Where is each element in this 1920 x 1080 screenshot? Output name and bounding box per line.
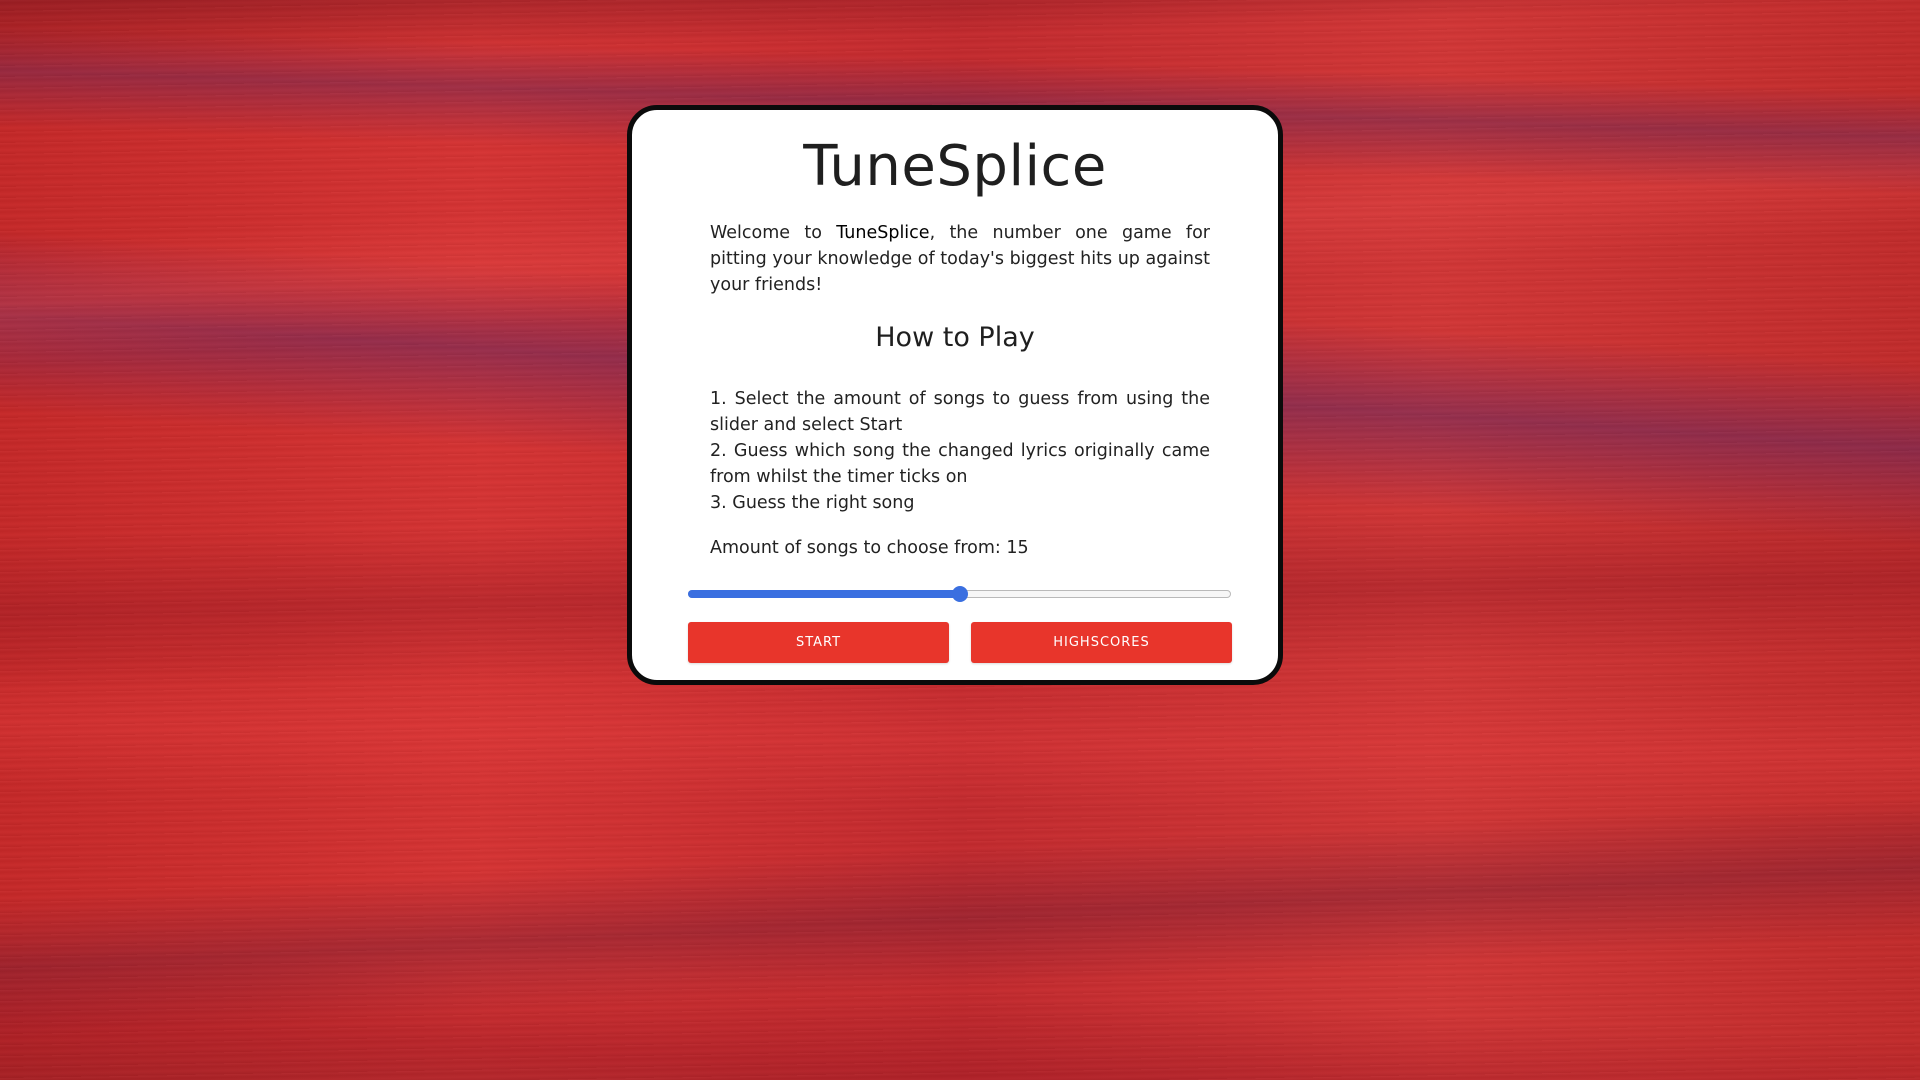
intro-brand: TuneSplice [836, 223, 930, 243]
instructions-list: 1. Select the amount of songs to guess f… [710, 386, 1210, 516]
highscores-button[interactable]: HIGHSCORES [971, 622, 1232, 663]
instruction-step-text: 2. Guess which song the changed lyrics o… [710, 441, 1210, 487]
page-title: TuneSplice [803, 134, 1107, 199]
instruction-step-emphasis: Start [859, 415, 903, 435]
instruction-step-text: 3. Guess the right song [710, 493, 915, 513]
slider-thumb[interactable] [952, 586, 968, 602]
intro-prefix: Welcome to [710, 223, 837, 243]
welcome-card: TuneSplice Welcome to TuneSplice, the nu… [627, 105, 1283, 685]
song-amount-value: 15 [1006, 538, 1029, 558]
how-to-play-heading: How to Play [875, 322, 1035, 353]
slider-fill [688, 590, 960, 598]
song-amount-text: Amount of songs to choose from: [710, 538, 1007, 558]
instruction-step: 3. Guess the right song [710, 490, 1210, 516]
instruction-step: 2. Guess which song the changed lyrics o… [710, 438, 1210, 490]
instruction-step-text: 1. Select the amount of songs to guess f… [710, 389, 1210, 435]
intro-text: Welcome to TuneSplice, the number one ga… [710, 220, 1210, 298]
start-button[interactable]: START [688, 622, 949, 663]
song-amount-slider[interactable] [688, 586, 1231, 602]
instruction-step: 1. Select the amount of songs to guess f… [710, 386, 1210, 438]
song-amount-label: Amount of songs to choose from: 15 [710, 538, 1029, 558]
